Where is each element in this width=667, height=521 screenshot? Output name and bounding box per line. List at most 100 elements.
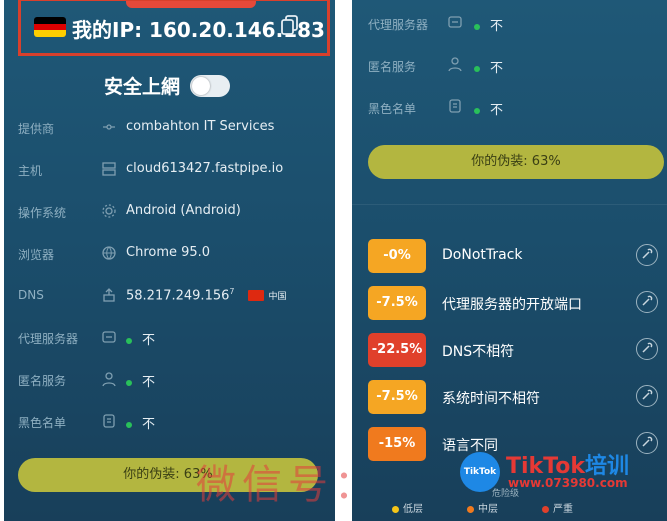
info-label: 提供商	[18, 122, 55, 136]
penalty-badge: -22.5%	[368, 333, 426, 367]
user-icon	[446, 55, 464, 77]
legend-label: 严重	[553, 504, 573, 515]
info-value: combahton IT Services	[126, 119, 274, 134]
info-row: 黑色名单 不	[352, 92, 667, 122]
risk-factor-row: -0% DoNotTrack	[352, 236, 667, 276]
dns-icon	[100, 286, 118, 308]
info-value-text: Chrome 95.0	[126, 245, 211, 260]
germany-flag-icon	[34, 17, 66, 37]
info-value: cloud613427.fastpipe.io	[126, 161, 283, 176]
dns-count: 7	[229, 287, 235, 296]
info-value-text: combahton IT Services	[126, 119, 275, 134]
china-flag-icon	[248, 290, 265, 302]
status-dot	[474, 107, 480, 114]
risk-factor-row: -7.5% 代理服务器的开放端口	[352, 283, 667, 323]
risk-factor-row: -22.5% DNS不相符	[352, 330, 667, 370]
info-value: 不	[126, 371, 155, 390]
status-dot	[126, 421, 132, 428]
penalty-badge: -7.5%	[368, 380, 426, 414]
info-row: 代理服务器 不	[4, 324, 335, 354]
disguise-score-bar-right: 你的伪装: 63%	[368, 145, 664, 179]
wrench-icon[interactable]	[636, 244, 658, 266]
info-row: 黑色名单 不	[4, 408, 335, 438]
info-label: 匿名服务	[18, 374, 67, 388]
wechat-watermark: 微信号：	[196, 462, 380, 508]
info-value: Android (Android)	[126, 203, 241, 218]
info-label: 浏览器	[18, 248, 55, 262]
gear-icon	[100, 202, 118, 224]
brand-url: www.073980.com	[508, 476, 628, 490]
legend-item: 低层	[392, 504, 423, 515]
ip-info-panel: 我的IP: 160.20.146.183 安全上網 提供商 combahton I…	[4, 0, 335, 521]
legend-item: 严重	[542, 504, 573, 515]
proxy-icon	[100, 328, 118, 350]
info-value: 不	[474, 99, 503, 118]
info-value: 不	[474, 57, 503, 76]
info-row: 提供商 combahton IT Services	[4, 114, 335, 144]
info-row: 主机 cloud613427.fastpipe.io	[4, 156, 335, 186]
legend-label: 中层	[478, 504, 498, 515]
info-label: 代理服务器	[368, 18, 429, 32]
server-icon	[100, 160, 118, 182]
penalty-badge: -0%	[368, 239, 426, 273]
blacklist-icon	[446, 97, 464, 119]
risk-factor-label: DoNotTrack	[442, 247, 523, 263]
brand-logo: TikTok TikTok培训 www.073980.com	[460, 448, 665, 498]
penalty-badge: -7.5%	[368, 286, 426, 320]
legend-dot	[392, 505, 399, 513]
legend-label: 低层	[403, 504, 423, 515]
info-value-text: cloud613427.fastpipe.io	[126, 161, 284, 176]
info-value: Chrome 95.0	[126, 245, 210, 260]
globe-icon	[100, 244, 118, 266]
risk-factor-label: DNS不相符	[442, 344, 515, 360]
status-dot	[126, 379, 132, 386]
legend-item: 中层	[467, 504, 498, 515]
info-row: DNS 58.217.249.1567 中国	[4, 282, 335, 312]
info-row: 浏览器 Chrome 95.0	[4, 240, 335, 270]
info-label: 匿名服务	[368, 60, 417, 74]
info-value-text: 不	[142, 375, 156, 390]
info-row: 匿名服务 不	[4, 366, 335, 396]
info-value-text: 不	[490, 103, 504, 118]
risk-factor-row: -7.5% 系统时间不相符	[352, 377, 667, 417]
info-value: 58.217.249.1567 中国	[126, 287, 287, 303]
info-value: 不	[126, 413, 155, 432]
privacy-score-panel: 代理服务器不匿名服务不黑色名单不 你的伪装: 63% -0% DoNotTrack…	[352, 0, 667, 521]
wrench-icon[interactable]	[636, 385, 658, 407]
info-label: 代理服务器	[18, 332, 79, 346]
dns-country: 中国	[268, 292, 287, 303]
copy-icon[interactable]	[280, 14, 300, 36]
divider	[352, 204, 667, 205]
proxy-icon	[446, 13, 464, 35]
safe-surf-toggle[interactable]	[190, 75, 230, 97]
toggle-knob	[192, 77, 210, 95]
info-value-text: 不	[142, 333, 156, 348]
severity-legend: 低层 中层 严重	[392, 500, 617, 515]
legend-dot	[467, 505, 474, 513]
info-label: 黑色名单	[368, 102, 417, 116]
blacklist-icon	[100, 412, 118, 434]
status-dot	[474, 23, 480, 30]
info-label: DNS	[18, 288, 44, 302]
info-value-text: Android (Android)	[126, 203, 241, 218]
info-value-text: 58.217.249.156	[126, 288, 230, 304]
info-row: 操作系统 Android (Android)	[4, 198, 335, 228]
status-dot	[474, 65, 480, 72]
info-label: 黑色名单	[18, 416, 67, 430]
info-label: 主机	[18, 164, 43, 178]
info-value: 不	[126, 329, 155, 348]
network-icon	[100, 118, 118, 140]
user-icon	[100, 370, 118, 392]
safe-surf-label: 安全上網	[104, 76, 181, 98]
tiktok-logo-icon: TikTok	[460, 452, 500, 492]
wrench-icon[interactable]	[636, 338, 658, 360]
info-value: 不	[474, 15, 503, 34]
info-value-text: 不	[142, 417, 156, 432]
info-value-text: 不	[490, 19, 504, 34]
legend-dot	[542, 505, 549, 513]
wrench-icon[interactable]	[636, 291, 658, 313]
status-dot	[126, 337, 132, 344]
info-label: 操作系统	[18, 206, 67, 220]
info-row: 匿名服务 不	[352, 50, 667, 80]
risk-factor-label: 代理服务器的开放端口	[442, 297, 582, 313]
